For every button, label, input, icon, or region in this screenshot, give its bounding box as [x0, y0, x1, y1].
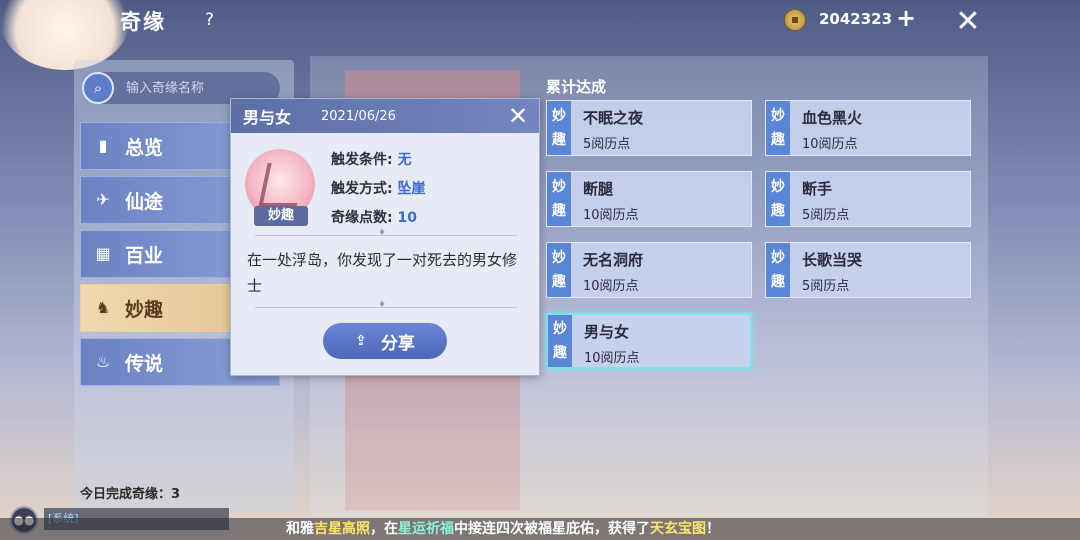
popup-title: 男与女 [243, 108, 292, 127]
event-points: 奇缘点数: 10 [331, 207, 417, 227]
event-description: 在一处浮岛，你发现了一对死去的男女修士 [247, 251, 518, 295]
cauldron-icon: ♨ [95, 352, 111, 371]
detail-popup: 男与女 2021/06/26 ✕ 妙趣 触发条件: 无 触发方式: 坠崖 奇缘点… [230, 98, 540, 376]
broadcast-text: 星运祈福 [398, 521, 454, 537]
close-icon[interactable]: ✕ [948, 3, 988, 43]
trigger-condition: 触发条件: 无 [331, 149, 411, 169]
card-points: 10阅历点 [584, 351, 640, 366]
today-count: 今日完成奇缘：3 [80, 487, 181, 502]
broadcast-text: 中接连四次被福星庇佑，获得了 [454, 521, 650, 537]
page-title: 奇缘 [120, 10, 166, 34]
card-tag: 妙趣 [766, 172, 790, 226]
card-tag: 妙趣 [547, 101, 571, 155]
attr-value: 无 [397, 152, 412, 168]
list-item[interactable]: 妙趣 血色黑火 10阅历点 [765, 100, 971, 156]
card-points: 10阅历点 [802, 137, 858, 152]
broadcast-text: 天玄宝图 [650, 521, 706, 537]
card-tag: 妙趣 [547, 243, 571, 297]
card-points: 10阅历点 [583, 279, 639, 294]
section-title: 累计达成 [546, 78, 607, 96]
attr-label: 触发条件: [331, 152, 398, 168]
divider-ornament-icon: ♦ [377, 300, 387, 310]
emblem-tag: 妙趣 [254, 206, 308, 226]
card-points: 10阅历点 [583, 208, 639, 223]
add-coins-button[interactable]: + [896, 4, 916, 32]
card-tag: 妙趣 [548, 315, 572, 367]
close-icon[interactable]: ✕ [503, 101, 533, 131]
card-name: 断手 [802, 180, 833, 198]
attr-value: 10 [397, 210, 417, 226]
list-item[interactable]: 妙趣 断手 5阅历点 [765, 171, 971, 227]
popup-header: 男与女 2021/06/26 ✕ [231, 99, 539, 133]
list-item-selected[interactable]: 妙趣 男与女 10阅历点 [546, 313, 752, 369]
search-input[interactable] [126, 80, 266, 96]
card-name: 无名洞府 [583, 251, 644, 269]
broadcast-message: 和雅吉星高照，在星运祈福中接连四次被福星庇佑，获得了天玄宝图！ [286, 518, 720, 540]
share-label: 分享 [380, 333, 415, 354]
trigger-method: 触发方式: 坠崖 [331, 178, 425, 198]
share-button[interactable]: ⇪ 分享 [323, 323, 447, 359]
broadcast-text: ！ [706, 521, 720, 537]
broadcast-text: 吉星高照 [314, 521, 370, 537]
system-broadcast: 和雅吉星高照，在星运祈福中接连四次被福星庇佑，获得了天玄宝图！ [0, 518, 1080, 540]
card-name: 男与女 [584, 323, 630, 341]
list-item[interactable]: 妙趣 长歌当哭 5阅历点 [765, 242, 971, 298]
sidebar-item-label: 传说 [125, 352, 164, 375]
card-points: 5阅历点 [802, 208, 850, 223]
abacus-icon: ▦ [95, 244, 111, 263]
card-tag: 妙趣 [766, 101, 790, 155]
broadcast-text: ，在 [370, 521, 398, 537]
card-tag: 妙趣 [547, 172, 571, 226]
help-icon[interactable]: ? [205, 10, 214, 30]
list-item[interactable]: 妙趣 不眠之夜 5阅历点 [546, 100, 752, 156]
attr-label: 触发方式: [331, 181, 398, 197]
coin-balance: 2042323 [819, 10, 893, 28]
attr-label: 奇缘点数: [331, 210, 398, 226]
list-item[interactable]: 妙趣 无名洞府 10阅历点 [546, 242, 752, 298]
sidebar-item-label: 总览 [125, 136, 164, 159]
card-name: 断腿 [583, 180, 614, 198]
sidebar-item-label: 妙趣 [125, 298, 164, 321]
search-icon[interactable]: ⌕ [82, 72, 114, 104]
book-icon: ▮ [98, 136, 108, 155]
card-points: 5阅历点 [583, 137, 631, 152]
card-tag: 妙趣 [766, 243, 790, 297]
broadcast-text: 和雅 [286, 521, 314, 537]
card-points: 5阅历点 [802, 279, 850, 294]
card-name: 不眠之夜 [583, 109, 644, 127]
sidebar-item-label: 百业 [125, 244, 164, 267]
attr-value: 坠崖 [397, 181, 426, 197]
list-item[interactable]: 妙趣 断腿 10阅历点 [546, 171, 752, 227]
divider-ornament-icon: ♦ [377, 228, 387, 238]
card-name: 长歌当哭 [802, 251, 863, 269]
card-name: 血色黑火 [802, 109, 863, 127]
share-icon: ⇪ [355, 333, 367, 349]
figure-icon: ♞ [95, 298, 111, 317]
bird-icon: ✈ [96, 190, 110, 209]
popup-date: 2021/06/26 [321, 108, 396, 124]
coin-icon [784, 9, 806, 31]
sidebar-item-label: 仙途 [125, 190, 164, 213]
